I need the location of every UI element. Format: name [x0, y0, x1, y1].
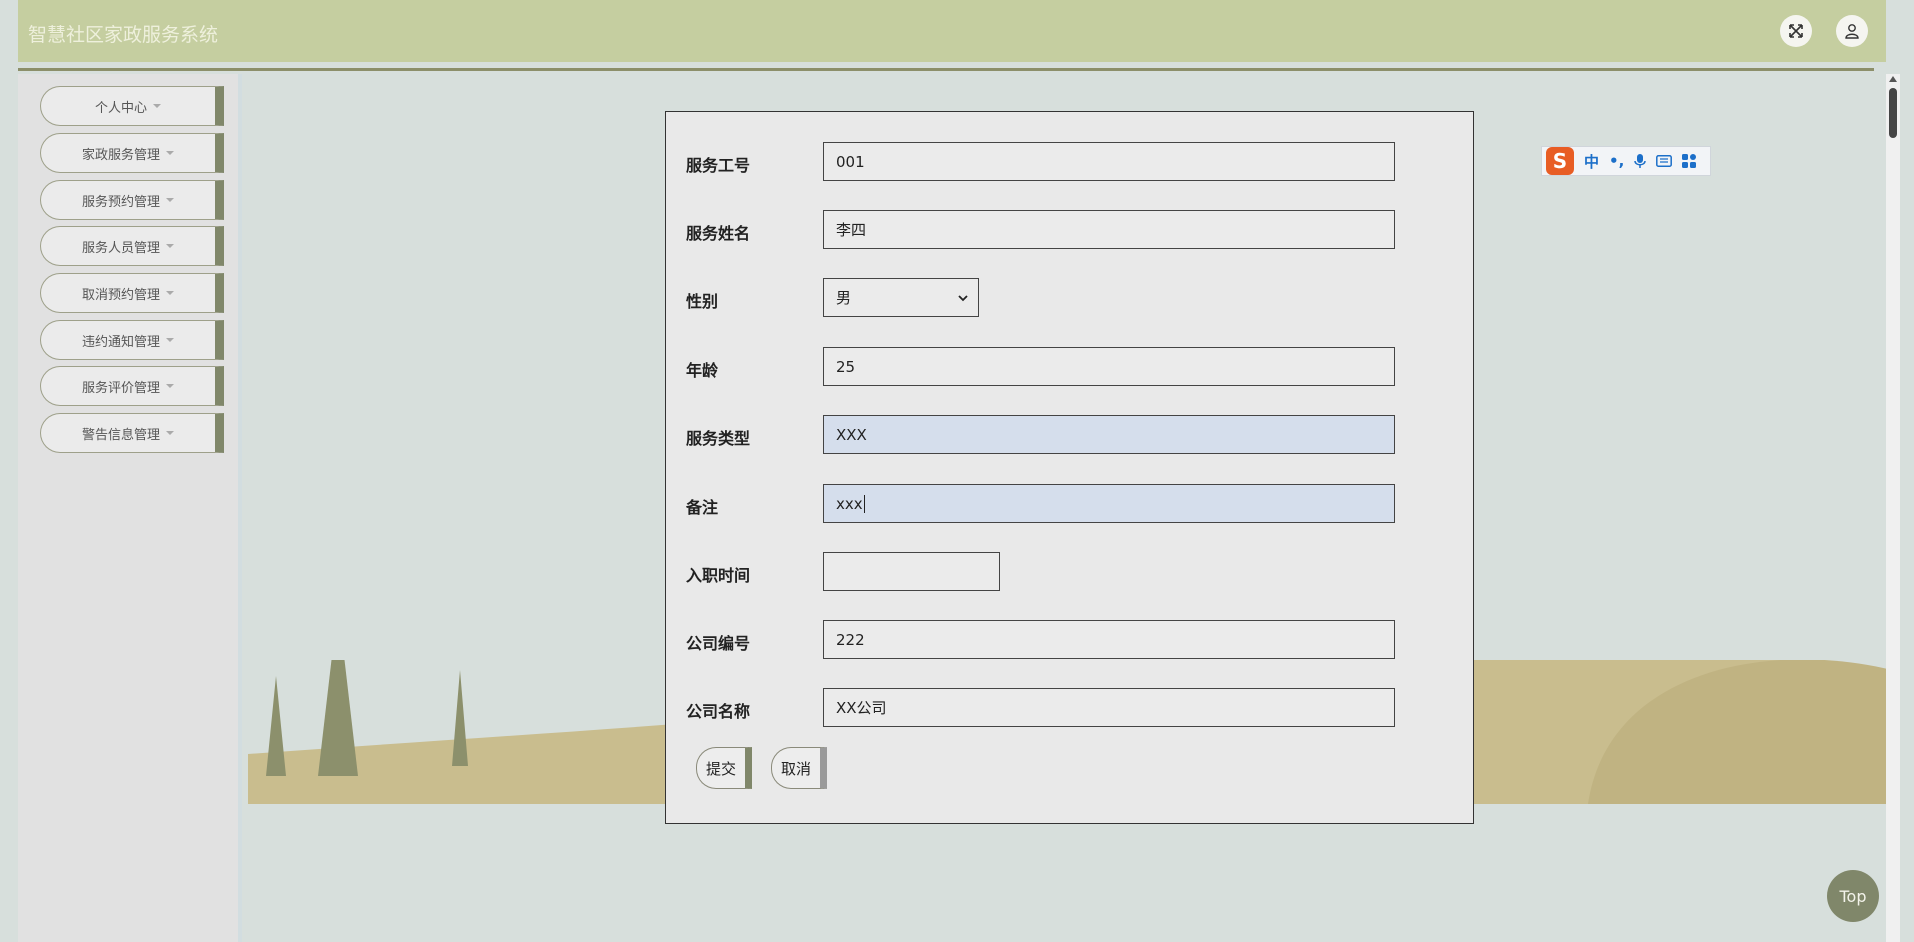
cancel-button[interactable]: 取消 [771, 747, 827, 789]
sidebar-item-service-review[interactable]: 服务评价管理 [40, 366, 224, 406]
service-id-input[interactable]: 001 [823, 142, 1395, 181]
service-name-input[interactable]: 李四 [823, 210, 1395, 249]
scrollbar-thumb[interactable] [1889, 88, 1897, 138]
age-input[interactable]: 25 [823, 347, 1395, 386]
remark-input[interactable]: xxx [823, 484, 1395, 523]
keyboard-icon[interactable] [1656, 155, 1673, 167]
grid-icon[interactable] [1682, 154, 1697, 168]
sidebar-item-housekeeping-service[interactable]: 家政服务管理 [40, 133, 224, 173]
page-scrollbar[interactable] [1886, 74, 1900, 942]
caret-down-icon [166, 198, 174, 202]
caret-down-icon [166, 291, 174, 295]
top-header: 智慧社区家政服务系统 [18, 0, 1886, 62]
sidebar-item-label: 个人中心 [94, 100, 147, 116]
sidebar-item-breach-notice[interactable]: 违约通知管理 [40, 320, 224, 360]
gender-select[interactable]: 男 [823, 278, 979, 317]
chevron-down-icon [958, 294, 968, 301]
service-type-input[interactable]: XXX [823, 415, 1395, 454]
user-button[interactable] [1836, 15, 1868, 47]
caret-down-icon [153, 104, 161, 108]
service-id-label: 服务工号 [686, 156, 751, 175]
sidebar-item-label: 违约通知管理 [81, 334, 160, 350]
caret-down-icon [166, 244, 174, 248]
sidebar: 个人中心 家政服务管理 服务预约管理 服务人员管理 取消预约管理 违约通知管理 … [18, 74, 242, 942]
submit-button[interactable]: 提交 [696, 747, 752, 789]
sidebar-item-label: 家政服务管理 [81, 147, 160, 163]
ime-punctuation-toggle[interactable]: •, [1609, 152, 1624, 170]
sidebar-item-label: 警告信息管理 [81, 427, 160, 443]
ime-mode-toggle[interactable]: 中 [1584, 151, 1599, 172]
expand-icon [1789, 24, 1803, 38]
hire-date-input[interactable] [823, 552, 1000, 591]
sidebar-item-label: 取消预约管理 [81, 287, 160, 303]
company-name-label: 公司名称 [686, 702, 751, 721]
user-icon [1845, 24, 1859, 39]
company-code-label: 公司编号 [686, 634, 751, 653]
gender-select-value: 男 [836, 289, 852, 307]
scroll-up-arrow-icon[interactable] [1889, 76, 1897, 82]
sidebar-item-personal-center[interactable]: 个人中心 [40, 86, 224, 126]
gender-label: 性别 [686, 292, 719, 311]
service-type-label: 服务类型 [686, 429, 751, 448]
sidebar-item-label: 服务人员管理 [81, 240, 160, 256]
sidebar-item-label: 服务评价管理 [81, 380, 160, 396]
caret-down-icon [166, 338, 174, 342]
edit-form: 服务工号 001 服务姓名 李四 性别 男 年龄 25 服务类型 XXX 备注 … [665, 111, 1474, 824]
sidebar-item-label: 服务预约管理 [81, 194, 160, 210]
age-label: 年龄 [686, 361, 719, 380]
caret-down-icon [166, 151, 174, 155]
back-to-top-button[interactable]: Top [1827, 870, 1879, 922]
service-name-label: 服务姓名 [686, 224, 751, 243]
remark-input-value: xxx [836, 494, 863, 513]
sidebar-item-cancel-booking[interactable]: 取消预约管理 [40, 273, 224, 313]
company-code-input[interactable]: 222 [823, 620, 1395, 659]
mic-icon[interactable] [1634, 153, 1647, 169]
remark-label: 备注 [686, 498, 719, 517]
sidebar-item-service-staff[interactable]: 服务人员管理 [40, 226, 224, 266]
sidebar-item-warning-info[interactable]: 警告信息管理 [40, 413, 224, 453]
company-name-input[interactable]: XX公司 [823, 688, 1395, 727]
header-divider [18, 68, 1874, 71]
fullscreen-button[interactable] [1780, 15, 1812, 47]
sogou-logo-icon[interactable]: S [1546, 147, 1574, 175]
app-title: 智慧社区家政服务系统 [28, 24, 219, 46]
hire-date-label: 入职时间 [686, 566, 751, 585]
caret-down-icon [166, 384, 174, 388]
sidebar-item-service-booking[interactable]: 服务预约管理 [40, 180, 224, 220]
text-cursor [863, 494, 865, 513]
ime-toolbar: S 中 •, [1541, 146, 1711, 176]
caret-down-icon [166, 431, 174, 435]
